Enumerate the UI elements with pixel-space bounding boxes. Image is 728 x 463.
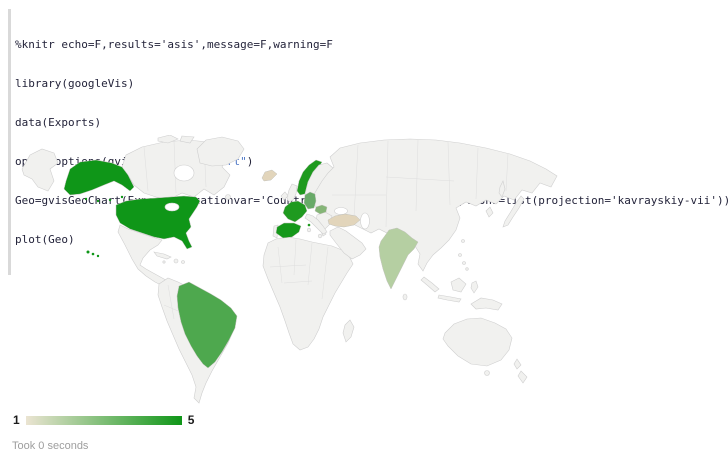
hudson-bay [174,165,194,181]
puerto-rico [182,261,185,264]
newfoundland [226,195,231,200]
sardinia [307,228,311,232]
continent-africa [263,237,353,350]
caribbean-islands [154,252,171,259]
sumatra [421,277,439,292]
philippines [466,268,469,271]
taiwan [462,240,465,243]
country-united-kingdom [287,184,297,202]
legend-max-label: 5 [188,413,195,427]
country-iceland[interactable] [262,170,277,181]
country-germany[interactable] [304,192,316,209]
country-new-zealand [514,359,527,383]
new-guinea [471,298,502,310]
legend-min-label: 1 [13,413,20,427]
sicily [318,234,322,238]
code-line: data(Exports) [15,116,728,129]
code-text: %knitr echo=F,results='asis',message=F,w… [15,38,333,51]
geochart-world-map[interactable] [8,135,564,415]
status-text: Took 0 seconds [12,440,88,452]
legend-gradient-bar [26,416,182,425]
code-line: %knitr echo=F,results='asis',message=F,w… [15,38,728,51]
tasmania [485,371,490,376]
madagascar [343,320,354,342]
code-line: library(googleVis) [15,77,728,90]
sri-lanka [403,294,407,300]
sulawesi [471,281,478,293]
philippines [459,254,462,257]
java [438,295,461,302]
country-spain[interactable] [276,223,301,238]
code-text: data(Exports) [15,116,101,129]
great-lakes [165,203,179,211]
country-korea [486,207,493,217]
caspian-sea [361,213,370,229]
borneo [451,278,466,292]
country-ireland [281,192,288,200]
philippines [463,262,466,265]
color-legend: 1 5 [13,413,194,427]
jamaica [163,261,165,263]
code-text: library(googleVis) [15,77,134,90]
black-sea [335,208,348,215]
notebook-page: %knitr echo=F,results='asis',message=F,w… [0,0,728,463]
country-russia-wrapped [22,149,58,191]
country-japan [503,196,524,227]
country-australia [443,318,512,366]
hispaniola [174,259,178,263]
